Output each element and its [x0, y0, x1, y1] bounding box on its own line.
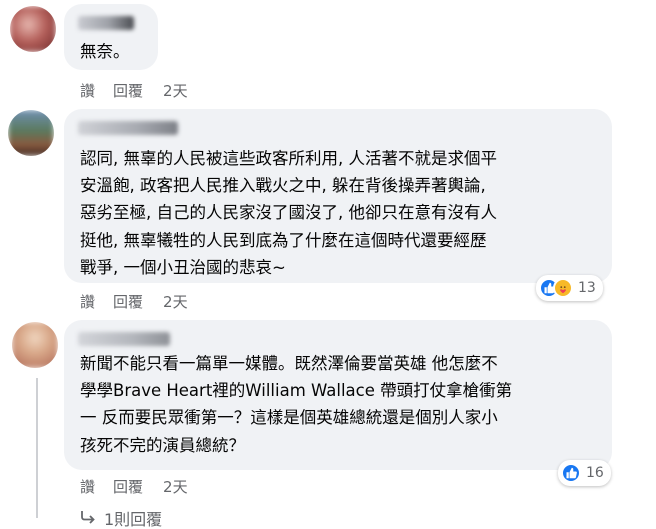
comment-text: 認同, 無辜的人民被這些政客所利用, 人活著不就是求個平 安溫飽, 政客把人民推…: [80, 145, 497, 281]
view-replies-label[interactable]: 1則回覆: [104, 506, 162, 529]
comment-line: 孩死不完的演員總統？: [80, 435, 245, 455]
reaction-count: 13: [578, 280, 596, 296]
care-icon: [553, 278, 573, 298]
comment-text: 無奈。: [80, 38, 130, 65]
comment-line: 一 反而要民眾衝第一？這樣是個英雄總統還是個別人家小: [80, 408, 498, 428]
comment-actions: 讚 回覆 2天: [80, 291, 188, 312]
avatar[interactable]: [8, 110, 54, 156]
comment-line: 新聞不能只看一篇單一媒體。既然澤倫要當英雄 他怎麼不: [80, 354, 498, 373]
like-button[interactable]: 讚: [80, 80, 95, 101]
reply-button[interactable]: 回覆: [113, 291, 143, 312]
reaction-count: 16: [586, 465, 604, 481]
comment-line: 戰爭, 一個小丑治國的悲哀~: [80, 257, 286, 277]
comment-bubble: 認同, 無辜的人民被這些政客所利用, 人活著不就是求個平 安溫飽, 政客把人民推…: [64, 109, 612, 283]
comment-bubble: 無奈。: [64, 4, 158, 70]
comment-line: 挺他, 無辜犧牲的人民到底為了什麼在這個時代還要經歷: [80, 230, 487, 250]
comment-timestamp[interactable]: 2天: [163, 291, 188, 312]
like-button[interactable]: 讚: [80, 476, 95, 497]
comment-text: 新聞不能只看一篇單一媒體。既然澤倫要當英雄 他怎麼不 學學Brave Heart…: [80, 350, 512, 459]
reaction-summary[interactable]: 13: [536, 275, 603, 301]
reaction-summary[interactable]: 16: [558, 460, 611, 486]
reply-button[interactable]: 回覆: [113, 80, 143, 101]
thread-line: [36, 378, 38, 518]
reply-arrow-icon: [80, 509, 96, 528]
comment-line: 惡劣至極, 自己的人民家沒了國沒了, 他卻只在意有沒有人: [80, 203, 497, 223]
view-replies-link[interactable]: 1則回覆: [80, 506, 162, 529]
comment-timestamp[interactable]: 2天: [163, 80, 188, 101]
like-icon: [561, 463, 581, 483]
like-button[interactable]: 讚: [80, 291, 95, 312]
comment-actions: 讚 回覆 2天: [80, 476, 188, 497]
comment-author-name[interactable]: [78, 332, 170, 346]
comment-actions: 讚 回覆 2天: [80, 80, 188, 101]
comment-author-name[interactable]: [78, 121, 178, 135]
reply-button[interactable]: 回覆: [113, 476, 143, 497]
comment-line: 認同, 無辜的人民被這些政客所利用, 人活著不就是求個平: [80, 149, 497, 168]
comment-line: 安溫飽, 政客把人民推入戰火之中, 躲在背後操弄著輿論,: [80, 176, 486, 196]
comment-line: 無奈。: [80, 42, 130, 61]
comment-bubble: 新聞不能只看一篇單一媒體。既然澤倫要當英雄 他怎麼不 學學Brave Heart…: [64, 320, 612, 470]
avatar[interactable]: [10, 6, 56, 52]
comment-author-name[interactable]: [78, 16, 134, 30]
comment-line: 學學Brave Heart裡的William Wallace 帶頭打仗拿槍衝第: [80, 381, 513, 401]
comment-timestamp[interactable]: 2天: [163, 476, 188, 497]
avatar[interactable]: [12, 322, 58, 368]
